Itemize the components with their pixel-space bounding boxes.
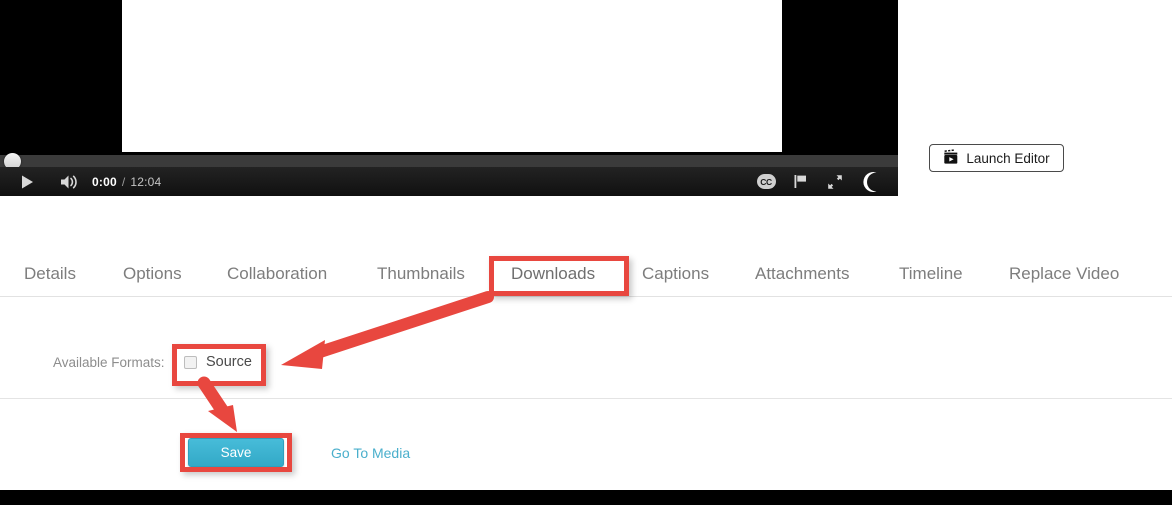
format-option-source[interactable]: Source — [184, 354, 252, 370]
total-duration: 12:04 — [130, 174, 162, 189]
launch-editor-button[interactable]: Launch Editor — [929, 144, 1064, 172]
current-time: 0:00 — [92, 174, 117, 189]
night-mode-icon[interactable] — [856, 167, 886, 196]
tab-label: Details — [24, 264, 76, 283]
go-to-media-link[interactable]: Go To Media — [331, 445, 410, 461]
tab-details[interactable]: Details — [24, 252, 76, 296]
tab-label: Timeline — [899, 264, 963, 283]
save-button[interactable]: Save — [188, 438, 284, 467]
fullscreen-icon[interactable] — [822, 167, 848, 196]
tab-options[interactable]: Options — [123, 252, 182, 296]
film-clapperboard-icon — [943, 148, 959, 168]
annotation-arrow-downloads-to-source — [281, 291, 494, 369]
tab-label: Downloads — [511, 264, 596, 283]
volume-icon[interactable] — [56, 167, 82, 196]
tab-label: Attachments — [755, 264, 850, 283]
video-control-bar: 0:00 / 12:04 CC — [0, 167, 898, 196]
tab-label: Collaboration — [227, 264, 328, 283]
source-checkbox-label: Source — [206, 354, 252, 370]
tab-timeline[interactable]: Timeline — [899, 252, 963, 296]
annotation-arrow-source-to-save — [197, 376, 237, 432]
tab-bar: Details Options Collaboration Thumbnails… — [0, 252, 1172, 297]
launch-editor-label: Launch Editor — [966, 150, 1050, 166]
video-time-display: 0:00 / 12:04 — [92, 167, 161, 196]
save-button-label: Save — [220, 445, 252, 460]
tab-bar-divider — [0, 296, 1172, 297]
tab-thumbnails[interactable]: Thumbnails — [377, 252, 465, 296]
available-formats-label: Available Formats: — [53, 355, 165, 370]
go-to-media-label: Go To Media — [331, 445, 411, 461]
tab-label: Captions — [642, 264, 710, 283]
video-progress-bar[interactable] — [0, 155, 898, 167]
cc-badge-label: CC — [756, 174, 776, 189]
tab-label: Replace Video — [1009, 264, 1120, 283]
tab-collaboration[interactable]: Collaboration — [227, 252, 327, 296]
video-player[interactable]: 0:00 / 12:04 CC — [0, 0, 898, 196]
tab-attachments[interactable]: Attachments — [755, 252, 850, 296]
tab-captions[interactable]: Captions — [642, 252, 709, 296]
bottom-bar — [0, 490, 1172, 505]
video-stage[interactable] — [0, 0, 898, 152]
closed-captions-icon[interactable]: CC — [753, 167, 779, 196]
tab-label: Options — [123, 264, 182, 283]
tab-label: Thumbnails — [377, 264, 465, 283]
time-separator: / — [121, 174, 126, 189]
play-icon[interactable] — [14, 167, 40, 196]
form-section-divider — [0, 398, 1172, 399]
video-content-area — [122, 0, 782, 152]
tab-downloads[interactable]: Downloads — [511, 252, 596, 296]
source-checkbox[interactable] — [184, 355, 197, 369]
tab-replace-video[interactable]: Replace Video — [1009, 252, 1119, 296]
flag-icon[interactable] — [788, 167, 814, 196]
